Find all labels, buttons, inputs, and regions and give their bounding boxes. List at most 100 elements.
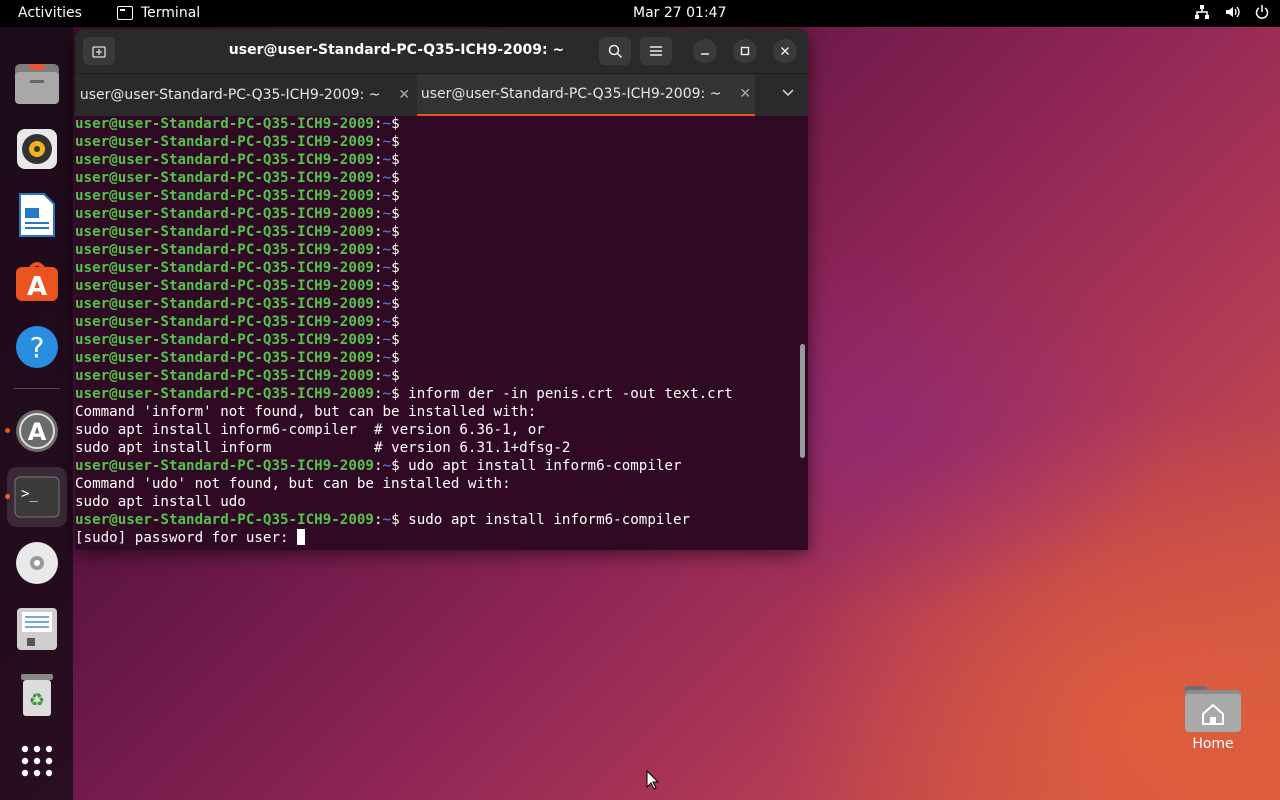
power-icon [1255,5,1269,19]
home-folder-desktop-icon[interactable]: Home [1180,684,1246,752]
prompt-colon: : [373,332,383,348]
prompt-colon: : [373,170,383,186]
terminal-icon[interactable]: >_ [7,467,67,527]
terminal-prompt-line: user@user-Standard-PC-Q35-ICH9-2009:~$ [75,169,808,187]
app-name: Terminal [141,5,201,21]
prompt-dollar: $ [391,314,400,330]
output-text: sudo apt install inform6-compiler # vers… [75,422,545,438]
tab-label: user@user-Standard-PC-Q35-ICH9-2009: ~ [79,87,381,103]
prompt-user-host: user@user-Standard-PC-Q35-ICH9-2009 [75,368,374,384]
software-updater-icon[interactable]: A [7,401,67,461]
prompt-colon: : [373,242,383,258]
app-center-icon[interactable]: A [7,251,67,311]
prompt-colon: : [373,278,383,294]
floppy-save-icon[interactable] [7,599,67,659]
svg-text:>_: >_ [21,486,38,502]
tab-2[interactable]: user@user-Standard-PC-Q35-ICH9-2009: ~ ✕ [417,74,755,116]
prompt-dollar: $ [391,512,400,528]
menu-button[interactable] [640,37,672,65]
terminal-output[interactable]: user@user-Standard-PC-Q35-ICH9-2009:~$ us… [75,115,808,550]
prompt-colon: : [373,260,383,276]
hamburger-menu-icon [650,46,662,56]
prompt-path: ~ [382,188,392,204]
rhythmbox-icon[interactable] [7,119,67,179]
terminal-prompt-line: user@user-Standard-PC-Q35-ICH9-2009:~$ u… [75,457,808,475]
tab-overflow-chevron-down-icon[interactable] [782,86,794,101]
terminal-prompt-line: user@user-Standard-PC-Q35-ICH9-2009:~$ [75,313,808,331]
trash-icon[interactable]: ♻ [7,665,67,725]
help-icon[interactable]: ? [7,317,67,377]
prompt-colon: : [373,368,383,384]
search-button[interactable] [599,37,631,65]
prompt-user-host: user@user-Standard-PC-Q35-ICH9-2009 [75,170,374,186]
tab-bar: user@user-Standard-PC-Q35-ICH9-2009: ~ ✕… [75,73,808,116]
files-icon[interactable] [7,53,67,113]
prompt-path: ~ [382,206,392,222]
prompt-path: ~ [382,350,392,366]
prompt-colon: : [373,458,383,474]
text-cursor [297,529,306,545]
terminal-prompt-line: user@user-Standard-PC-Q35-ICH9-2009:~$ [75,349,808,367]
maximize-icon [740,46,750,56]
maximize-button[interactable] [733,39,757,63]
app-menu[interactable]: Terminal [117,5,200,21]
prompt-user-host: user@user-Standard-PC-Q35-ICH9-2009 [75,332,374,348]
terminal-output-line: sudo apt install inform6-compiler # vers… [75,421,808,439]
prompt-user-host: user@user-Standard-PC-Q35-ICH9-2009 [75,458,374,474]
prompt-dollar: $ [391,188,400,204]
terminal-window[interactable]: user@user-Standard-PC-Q35-ICH9-2009: ~ u… [75,29,808,550]
terminal-prompt-line: user@user-Standard-PC-Q35-ICH9-2009:~$ s… [75,511,808,529]
close-button[interactable] [773,39,797,63]
prompt-path: ~ [382,368,392,384]
terminal-output-line: Command 'udo' not found, but can be inst… [75,475,808,493]
prompt-user-host: user@user-Standard-PC-Q35-ICH9-2009 [75,188,374,204]
volume-icon [1226,6,1240,18]
minimize-icon [701,53,709,55]
prompt-user-host: user@user-Standard-PC-Q35-ICH9-2009 [75,296,374,312]
prompt-path: ~ [382,224,392,240]
terminal-prompt-line: user@user-Standard-PC-Q35-ICH9-2009:~$ [75,223,808,241]
prompt-dollar: $ [391,170,400,186]
dvd-icon[interactable] [7,533,67,593]
prompt-path: ~ [382,314,392,330]
svg-text:?: ? [30,331,45,364]
terminal-prompt-line: user@user-Standard-PC-Q35-ICH9-2009:~$ [75,259,808,277]
minimize-button[interactable] [693,39,717,63]
prompt-user-host: user@user-Standard-PC-Q35-ICH9-2009 [75,512,374,528]
prompt-colon: : [373,116,383,132]
prompt-path: ~ [382,152,392,168]
tab-1[interactable]: user@user-Standard-PC-Q35-ICH9-2009: ~ ✕ [75,74,415,116]
prompt-path: ~ [382,386,392,402]
show-apps-icon[interactable] [7,731,67,791]
prompt-dollar: $ [391,386,400,402]
output-text: sudo apt install inform # version 6.31.1… [75,440,571,456]
libreoffice-writer-icon[interactable] [7,185,67,245]
terminal-prompt-line: user@user-Standard-PC-Q35-ICH9-2009:~$ [75,295,808,313]
activities-button[interactable]: Activities [18,5,82,21]
prompt-user-host: user@user-Standard-PC-Q35-ICH9-2009 [75,242,374,258]
terminal-prompt-line: user@user-Standard-PC-Q35-ICH9-2009:~$ [75,115,808,133]
prompt-dollar: $ [391,224,400,240]
prompt-path: ~ [382,260,392,276]
dock-separator [14,388,60,389]
window-header[interactable]: user@user-Standard-PC-Q35-ICH9-2009: ~ [75,29,808,73]
tab-close-icon[interactable]: ✕ [398,87,410,103]
system-tray[interactable] [1194,4,1270,20]
tab-close-icon[interactable]: ✕ [739,86,751,102]
prompt-colon: : [373,224,383,240]
prompt-dollar: $ [391,332,400,348]
svg-text:A: A [27,272,47,302]
prompt-dollar: $ [391,242,400,258]
clock[interactable]: Mar 27 01:47 [633,5,726,21]
terminal-prompt-line: user@user-Standard-PC-Q35-ICH9-2009:~$ [75,277,808,295]
prompt-user-host: user@user-Standard-PC-Q35-ICH9-2009 [75,260,374,276]
prompt-user-host: user@user-Standard-PC-Q35-ICH9-2009 [75,134,374,150]
prompt-user-host: user@user-Standard-PC-Q35-ICH9-2009 [75,386,374,402]
output-text: [sudo] password for user: [75,530,298,546]
prompt-path: ~ [382,458,392,474]
terminal-output-line: Command 'inform' not found, but can be i… [75,403,808,421]
prompt-colon: : [373,152,383,168]
command-text: udo apt install inform6-compiler [399,458,682,474]
prompt-path: ~ [382,170,392,186]
scrollbar[interactable] [800,344,805,458]
